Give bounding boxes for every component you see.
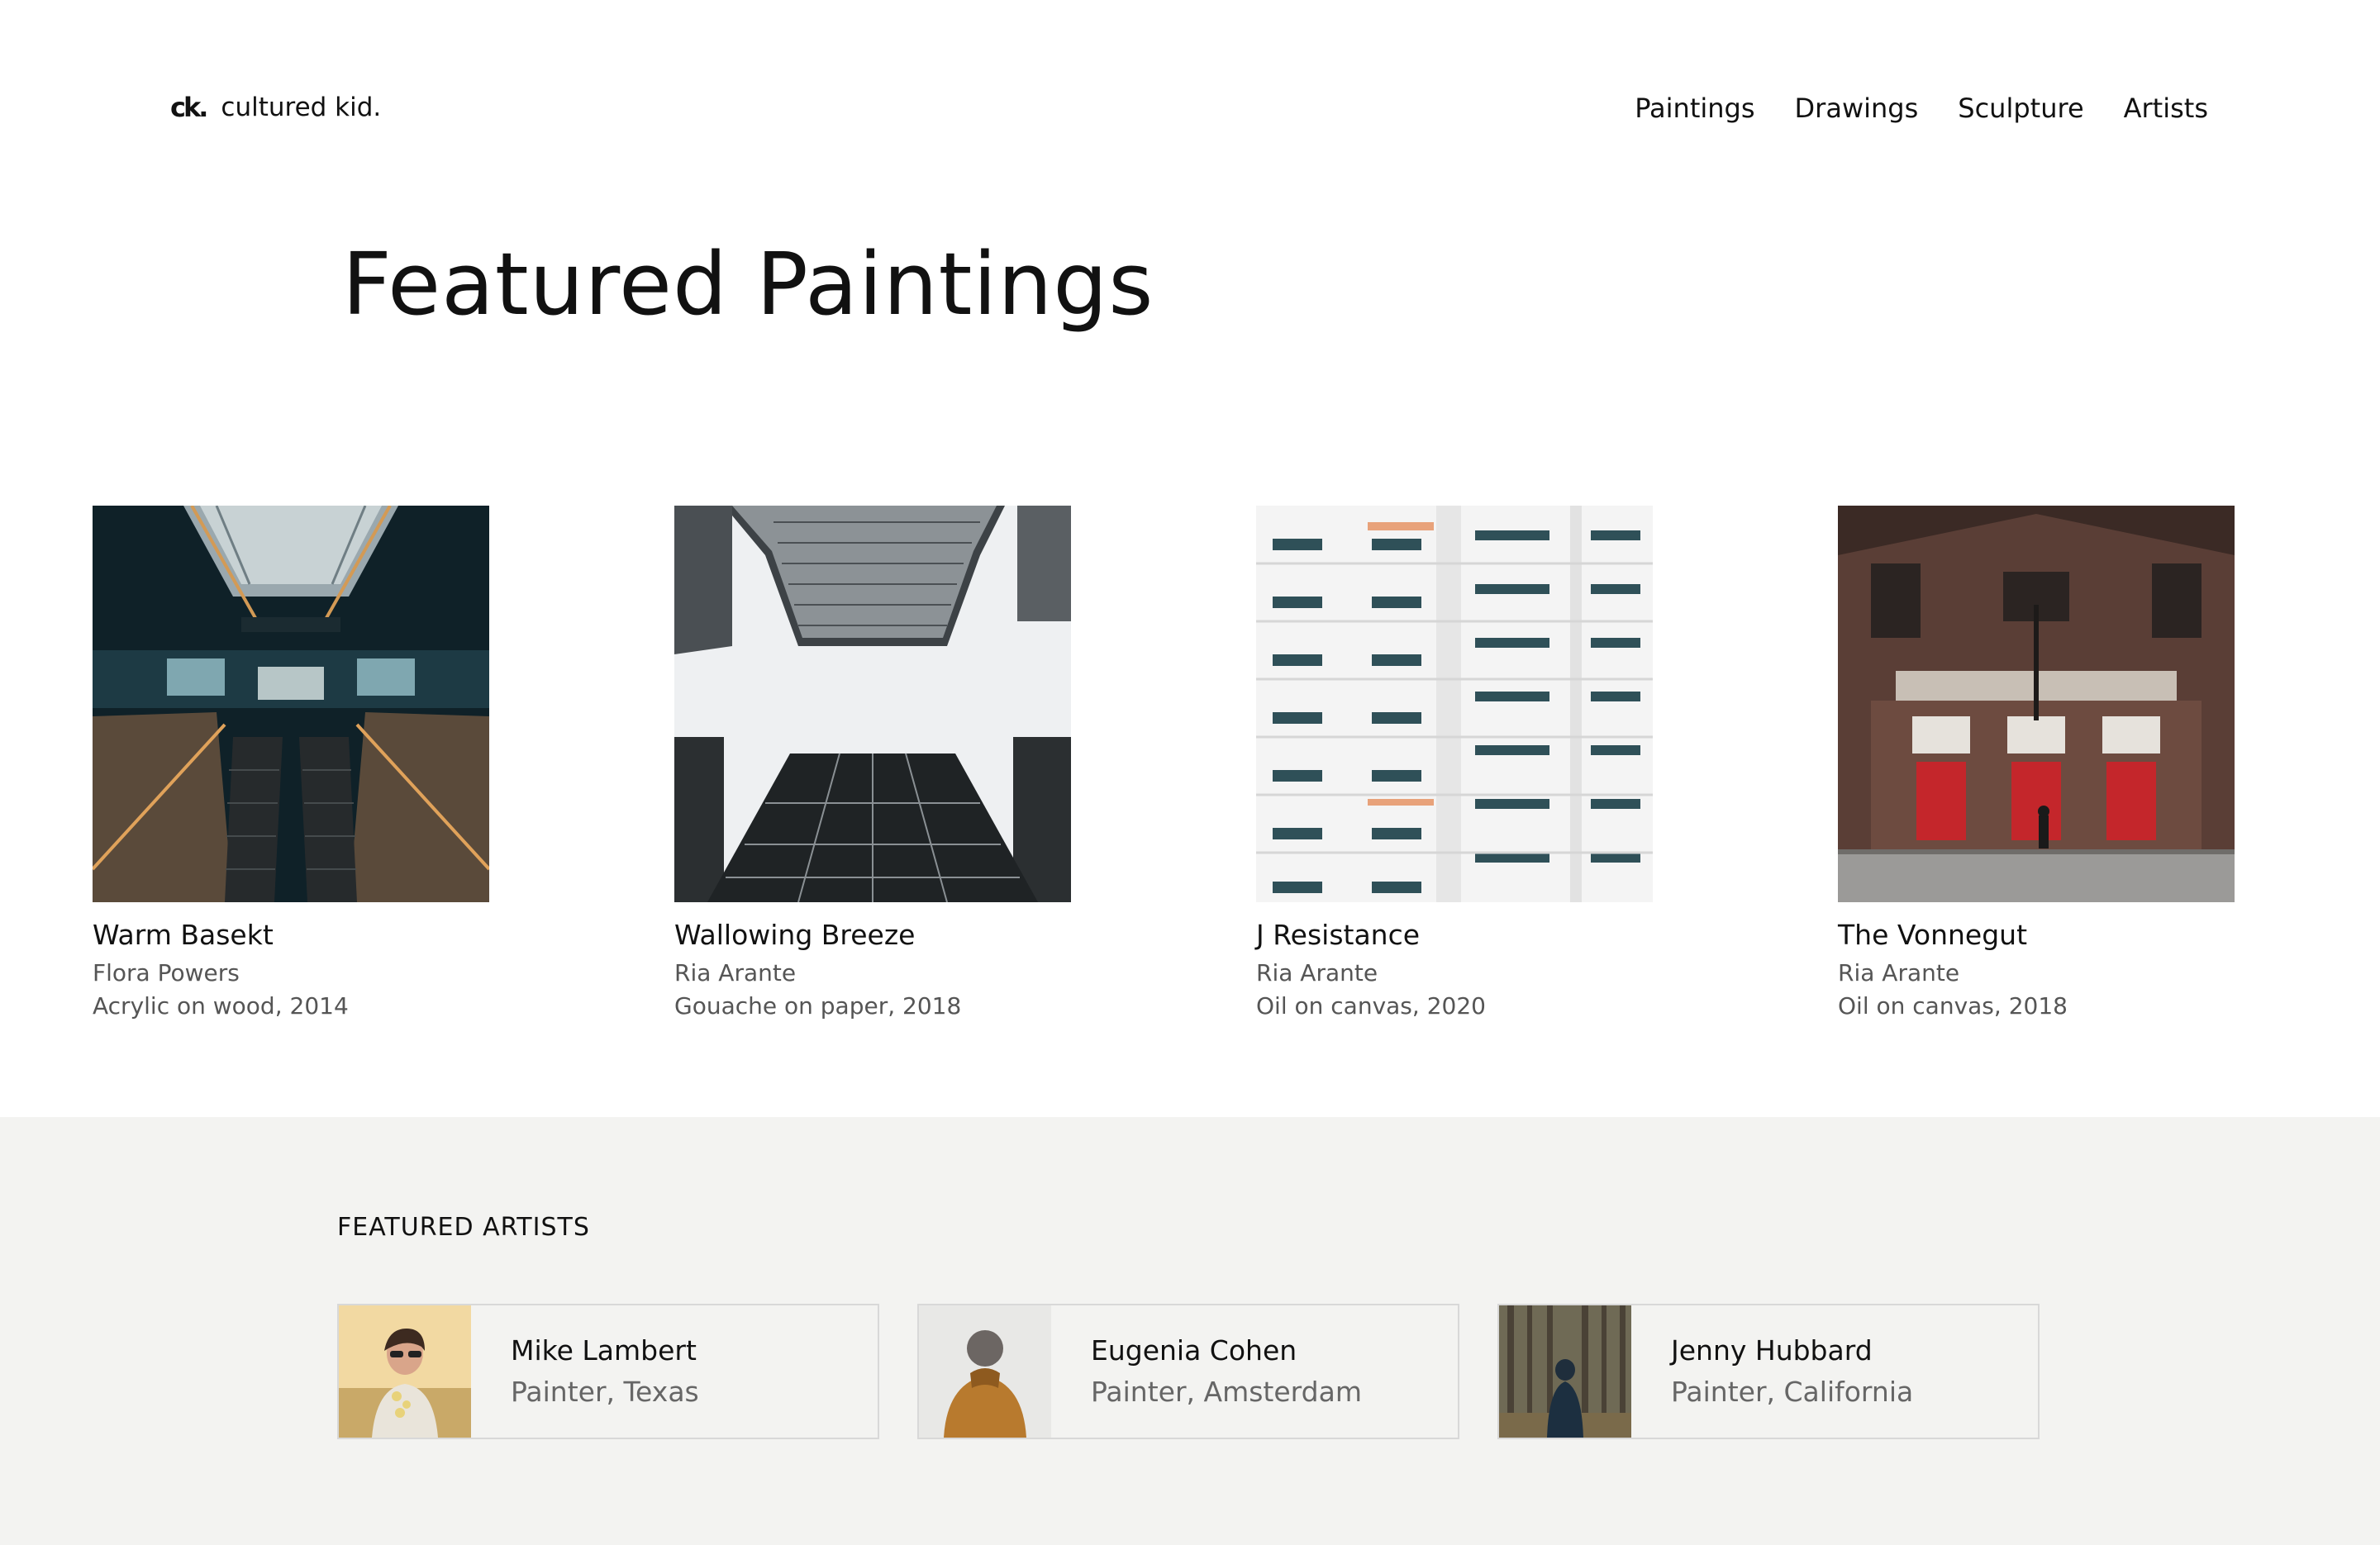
artist-card[interactable]: Eugenia Cohen Painter, Amsterdam xyxy=(917,1304,1459,1439)
painting-medium: Oil on canvas, 2018 xyxy=(1838,991,2068,1020)
painting-card[interactable]: Warm Basekt Flora Powers Acrylic on wood… xyxy=(93,506,489,1021)
paintings-grid: Warm Basekt Flora Powers Acrylic on wood… xyxy=(93,506,2241,1034)
painting-image-apartment-facade[interactable] xyxy=(1256,506,1653,902)
nav-item-paintings[interactable]: Paintings xyxy=(1635,93,1754,124)
site-logo[interactable]: ck. cultured kid. xyxy=(170,94,381,121)
painting-medium: Oil on canvas, 2020 xyxy=(1256,991,1486,1020)
painting-artist: Flora Powers xyxy=(93,958,240,986)
painting-medium: Gouache on paper, 2018 xyxy=(674,991,962,1020)
nav-item-drawings[interactable]: Drawings xyxy=(1795,93,1919,124)
avatar xyxy=(1499,1305,1631,1438)
artist-role: Painter, Amsterdam xyxy=(1091,1376,1362,1408)
artist-card[interactable]: Jenny Hubbard Painter, California xyxy=(1497,1304,2040,1439)
avatar xyxy=(339,1305,471,1438)
artist-role: Painter, Texas xyxy=(511,1376,699,1408)
artist-info: Eugenia Cohen Painter, Amsterdam xyxy=(1091,1334,1362,1408)
section-label: FEATURED ARTISTS xyxy=(337,1213,590,1242)
nav-item-artists[interactable]: Artists xyxy=(2124,93,2208,124)
painting-card[interactable]: J Resistance Ria Arante Oil on canvas, 2… xyxy=(1256,506,1653,1021)
artist-name[interactable]: Jenny Hubbard xyxy=(1671,1334,1913,1367)
artist-name[interactable]: Eugenia Cohen xyxy=(1091,1334,1362,1367)
featured-artists-section: FEATURED ARTISTS Mike Lambert Painter, T… xyxy=(0,1117,2380,1545)
painting-card[interactable]: The Vonnegut Ria Arante Oil on canvas, 2… xyxy=(1838,506,2235,1021)
painting-medium: Acrylic on wood, 2014 xyxy=(93,991,349,1020)
main-nav: Paintings Drawings Sculpture Artists xyxy=(1635,93,2208,124)
artist-info: Mike Lambert Painter, Texas xyxy=(511,1334,699,1408)
site-header: ck. cultured kid. Paintings Drawings Scu… xyxy=(0,0,2380,223)
painting-title[interactable]: Warm Basekt xyxy=(93,919,489,952)
painting-image-brick-hall[interactable] xyxy=(1838,506,2235,902)
painting-title[interactable]: J Resistance xyxy=(1256,919,1653,952)
artist-name[interactable]: Mike Lambert xyxy=(511,1334,699,1367)
painting-image-skyscrapers[interactable] xyxy=(674,506,1071,902)
painting-artist: Ria Arante xyxy=(1256,958,1378,986)
page-title: Featured Paintings xyxy=(342,234,1154,335)
logo-text: cultured kid. xyxy=(221,92,382,122)
painting-image-escalator[interactable] xyxy=(93,506,489,902)
nav-item-sculpture[interactable]: Sculpture xyxy=(1958,93,2083,124)
artist-card[interactable]: Mike Lambert Painter, Texas xyxy=(337,1304,879,1439)
painting-title[interactable]: The Vonnegut xyxy=(1838,919,2235,952)
logo-mark: ck. xyxy=(170,92,208,123)
painting-artist: Ria Arante xyxy=(674,958,797,986)
artist-info: Jenny Hubbard Painter, California xyxy=(1671,1334,1913,1408)
painting-artist: Ria Arante xyxy=(1838,958,1960,986)
avatar xyxy=(919,1305,1051,1438)
painting-title[interactable]: Wallowing Breeze xyxy=(674,919,1071,952)
painting-card[interactable]: Wallowing Breeze Ria Arante Gouache on p… xyxy=(674,506,1071,1021)
artist-role: Painter, California xyxy=(1671,1376,1914,1408)
